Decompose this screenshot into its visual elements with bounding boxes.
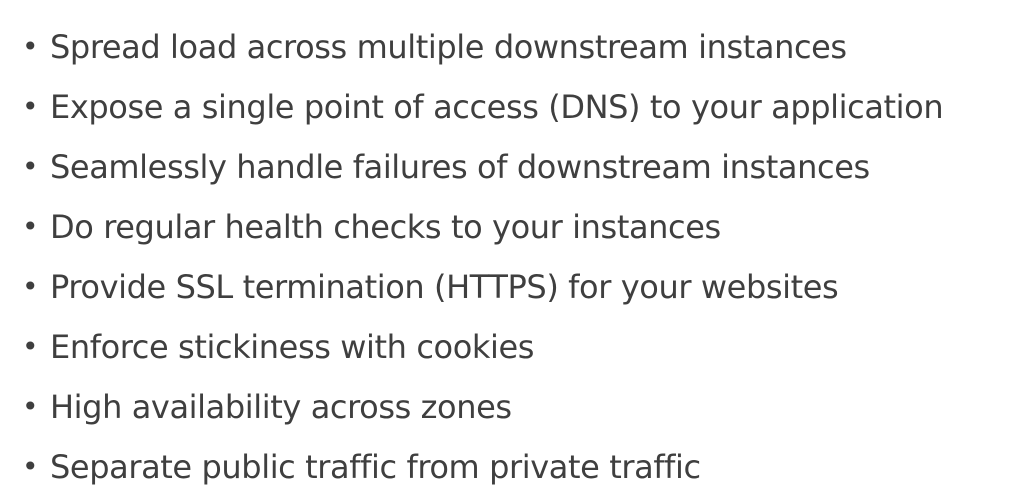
bullet-icon: • — [22, 330, 39, 363]
list-item: • Do regular health checks to your insta… — [22, 204, 943, 264]
bullet-text: Do regular health checks to your instanc… — [50, 208, 721, 246]
list-item: • High availability across zones — [22, 384, 943, 444]
bullet-text: Expose a single point of access (DNS) to… — [50, 88, 944, 126]
list-item: • Seamlessly handle failures of downstre… — [22, 144, 943, 204]
bullet-text: Provide SSL termination (HTTPS) for your… — [50, 268, 839, 306]
bullet-list: • Spread load across multiple downstream… — [22, 24, 944, 504]
list-item: • Expose a single point of access (DNS) … — [22, 84, 944, 144]
bullet-text: Seamlessly handle failures of downstream… — [50, 148, 870, 186]
bullet-text: Separate public traffic from private tra… — [50, 448, 701, 486]
bullet-text: High availability across zones — [50, 388, 512, 426]
bullet-text: Enforce stickiness with cookies — [50, 328, 535, 366]
bullet-icon: • — [22, 30, 39, 63]
list-item: • Separate public traffic from private t… — [22, 444, 943, 504]
list-item: • Provide SSL termination (HTTPS) for yo… — [22, 264, 943, 324]
bullet-icon: • — [22, 390, 39, 423]
bullet-icon: • — [22, 90, 39, 123]
list-item: • Spread load across multiple downstream… — [22, 24, 943, 84]
bullet-text: Spread load across multiple downstream i… — [50, 28, 847, 66]
bullet-icon: • — [22, 210, 39, 243]
bullet-icon: • — [22, 270, 39, 303]
list-item: • Enforce stickiness with cookies — [22, 324, 943, 384]
bullet-icon: • — [22, 450, 39, 483]
bullet-icon: • — [22, 150, 39, 183]
